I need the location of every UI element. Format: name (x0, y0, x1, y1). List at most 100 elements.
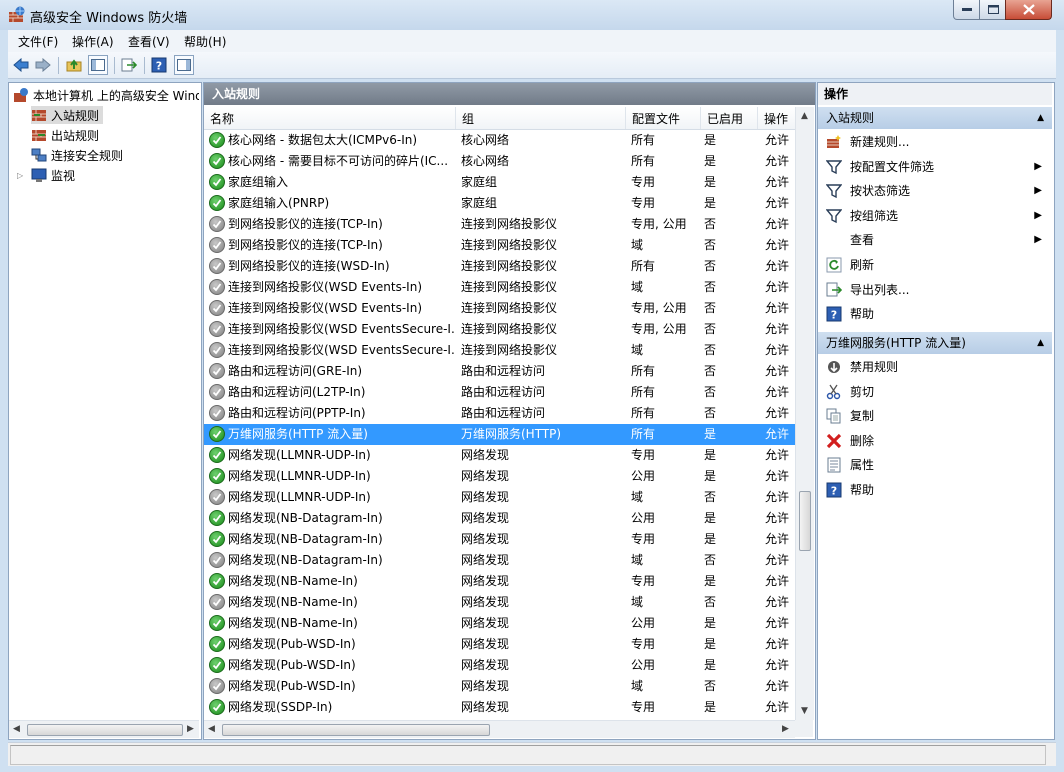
cell-group: 网络发现 (461, 616, 510, 630)
scroll-right-icon[interactable]: ▶ (187, 724, 194, 734)
table-row[interactable]: 路由和远程访问(GRE-In) 路由和远程访问 所有 否 允许 (204, 361, 795, 382)
scroll-right-icon[interactable]: ▶ (782, 724, 789, 734)
export-list-icon[interactable] (120, 56, 138, 74)
table-row[interactable]: 到网络投影仪的连接(TCP-In) 连接到网络投影仪 域 否 允许 (204, 235, 795, 256)
table-row[interactable]: 连接到网络投影仪(WSD Events-In) 连接到网络投影仪 域 否 允许 (204, 277, 795, 298)
expand-chevron-icon[interactable]: ▷ (17, 171, 27, 180)
table-row[interactable]: 连接到网络投影仪(WSD EventsSecure-I... 连接到网络投影仪 专用… (204, 319, 795, 340)
column-group[interactable]: 组 (456, 107, 626, 129)
table-row[interactable]: 网络发现(NB-Datagram-In) 网络发现 公用 是 允许 (204, 508, 795, 529)
cell-name: 路由和远程访问(GRE-In) (228, 364, 363, 378)
table-row[interactable]: 网络发现(LLMNR-UDP-In) 网络发现 专用 是 允许 (204, 445, 795, 466)
table-row[interactable]: 路由和远程访问(PPTP-In) 路由和远程访问 所有 否 允许 (204, 403, 795, 424)
table-row[interactable]: 家庭组输入(PNRP) 家庭组 专用 是 允许 (204, 193, 795, 214)
scroll-thumb[interactable] (27, 724, 183, 736)
scroll-thumb[interactable] (799, 491, 811, 551)
cell-profile: 专用, 公用 (631, 301, 687, 315)
table-row[interactable]: 万维网服务(HTTP 流入量) 万维网服务(HTTP) 所有 是 允许 (204, 424, 795, 445)
table-row[interactable]: 连接到网络投影仪(WSD EventsSecure-I... 连接到网络投影仪 域 否… (204, 340, 795, 361)
scroll-left-icon[interactable]: ◀ (13, 724, 20, 734)
action-label: 复制 (850, 409, 875, 424)
disabled-rule-icon (209, 342, 225, 358)
cell-profile: 域 (631, 280, 644, 294)
action-help[interactable]: ? 帮助 (818, 302, 1052, 326)
action-filter-by-state[interactable]: 按状态筛选 ▶ (818, 179, 1052, 203)
show-hide-action-pane-icon[interactable] (174, 55, 194, 75)
action-export-list[interactable]: 导出列表... (818, 278, 1052, 302)
column-name[interactable]: 名称 (204, 107, 456, 129)
table-row[interactable]: 到网络投影仪的连接(WSD-In) 连接到网络投影仪 所有 否 允许 (204, 256, 795, 277)
table-row[interactable]: 核心网络 - 需要目标不可访问的碎片(IC... 核心网络 所有 是 允许 (204, 151, 795, 172)
action-cut[interactable]: 剪切 (818, 380, 1052, 404)
tree-item-outbound-rules[interactable]: 出站规则 (31, 126, 99, 144)
disabled-rule-icon (209, 405, 225, 421)
submenu-arrow-icon: ▶ (1034, 234, 1042, 246)
table-row[interactable]: 网络发现(NB-Name-In) 网络发现 公用 是 允许 (204, 613, 795, 634)
cell-group: 家庭组 (461, 196, 498, 210)
table-row[interactable]: 网络发现(NB-Name-In) 网络发现 专用 是 允许 (204, 571, 795, 592)
up-folder-icon[interactable] (65, 56, 83, 74)
table-row[interactable]: 路由和远程访问(L2TP-In) 路由和远程访问 所有 否 允许 (204, 382, 795, 403)
column-profile[interactable]: 配置文件 (626, 107, 701, 129)
table-row[interactable]: 网络发现(NB-Datagram-In) 网络发现 专用 是 允许 (204, 529, 795, 550)
show-hide-tree-icon[interactable] (88, 55, 108, 75)
action-refresh[interactable]: 刷新 (818, 253, 1052, 277)
cell-name: 连接到网络投影仪(WSD EventsSecure-I... (228, 322, 456, 336)
tree-item-inbound-rules[interactable]: 入站规则 (31, 106, 104, 124)
table-row[interactable]: 连接到网络投影仪(WSD Events-In) 连接到网络投影仪 专用, 公用 否 允许 (204, 298, 795, 319)
menu-help[interactable]: 帮助(H) (184, 33, 226, 50)
properties-icon (826, 457, 842, 473)
tree-item-label: 监视 (51, 168, 76, 183)
tree-root[interactable]: 本地计算机 上的高级安全 Windows (13, 86, 199, 104)
collapse-icon[interactable]: ▲ (1037, 107, 1044, 129)
disabled-rule-icon (209, 489, 225, 505)
action-properties[interactable]: 属性 (818, 453, 1052, 477)
scroll-up-icon[interactable]: ▲ (801, 111, 808, 121)
table-row[interactable]: 网络发现(NB-Name-In) 网络发现 域 否 允许 (204, 592, 795, 613)
action-help[interactable]: ? 帮助 (818, 478, 1052, 502)
firewall-icon (13, 87, 29, 103)
tree-item-monitoring[interactable]: ▷ 监视 (17, 166, 75, 184)
action-copy[interactable]: 复制 (818, 404, 1052, 428)
back-arrow-icon[interactable] (12, 56, 30, 74)
action-delete[interactable]: 删除 (818, 429, 1052, 453)
table-row[interactable]: 网络发现(Pub-WSD-In) 网络发现 域 否 允许 (204, 676, 795, 697)
tree-item-connection-security-rules[interactable]: 连接安全规则 (31, 146, 123, 164)
table-row[interactable]: 网络发现(Pub-WSD-In) 网络发现 公用 是 允许 (204, 655, 795, 676)
forward-arrow-icon[interactable] (34, 56, 52, 74)
title-bar[interactable]: 高级安全 Windows 防火墙 (0, 0, 1064, 30)
collapse-icon[interactable]: ▲ (1037, 332, 1044, 354)
action-new-rule[interactable]: 新建规则... (818, 130, 1052, 154)
svg-text:?: ? (831, 485, 837, 498)
table-row[interactable]: 到网络投影仪的连接(TCP-In) 连接到网络投影仪 专用, 公用 否 允许 (204, 214, 795, 235)
left-horizontal-scrollbar[interactable]: ◀ ▶ (9, 720, 199, 738)
column-enabled[interactable]: 已启用 (701, 107, 758, 129)
action-view[interactable]: 查看 ▶ (818, 228, 1052, 252)
action-filter-by-profile[interactable]: 按配置文件筛选 ▶ (818, 155, 1052, 179)
table-row[interactable]: 核心网络 - 数据包太大(ICMPv6-In) 核心网络 所有 是 允许 (204, 130, 795, 151)
actions-section-header[interactable]: 万维网服务(HTTP 流入量) ▲ (818, 332, 1052, 354)
close-button[interactable] (1005, 0, 1052, 20)
vertical-scrollbar[interactable]: ▲ ▼ (795, 107, 814, 720)
actions-section-header[interactable]: 入站规则 ▲ (818, 107, 1052, 129)
help-icon[interactable]: ? (150, 56, 168, 74)
scroll-down-icon[interactable]: ▼ (801, 706, 808, 716)
table-row[interactable]: 网络发现(SSDP-In) 网络发现 专用 是 允许 (204, 697, 795, 718)
cell-enabled: 否 (704, 679, 717, 693)
maximize-button[interactable] (979, 0, 1007, 20)
table-row[interactable]: 网络发现(LLMNR-UDP-In) 网络发现 域 否 允许 (204, 487, 795, 508)
menu-view[interactable]: 查看(V) (128, 33, 170, 50)
minimize-button[interactable] (953, 0, 981, 20)
column-action[interactable]: 操作 (758, 107, 795, 129)
table-row[interactable]: 网络发现(NB-Datagram-In) 网络发现 域 否 允许 (204, 550, 795, 571)
scroll-thumb[interactable] (222, 724, 490, 736)
menu-action[interactable]: 操作(A) (72, 33, 114, 50)
action-filter-by-group[interactable]: 按组筛选 ▶ (818, 204, 1052, 228)
horizontal-scrollbar[interactable]: ◀ ▶ (204, 720, 795, 738)
action-disable-rule[interactable]: 禁用规则 (818, 355, 1052, 379)
scroll-left-icon[interactable]: ◀ (208, 724, 215, 734)
table-row[interactable]: 网络发现(LLMNR-UDP-In) 网络发现 公用 是 允许 (204, 466, 795, 487)
table-row[interactable]: 家庭组输入 家庭组 专用 是 允许 (204, 172, 795, 193)
menu-file[interactable]: 文件(F) (18, 33, 58, 50)
table-row[interactable]: 网络发现(Pub-WSD-In) 网络发现 专用 是 允许 (204, 634, 795, 655)
